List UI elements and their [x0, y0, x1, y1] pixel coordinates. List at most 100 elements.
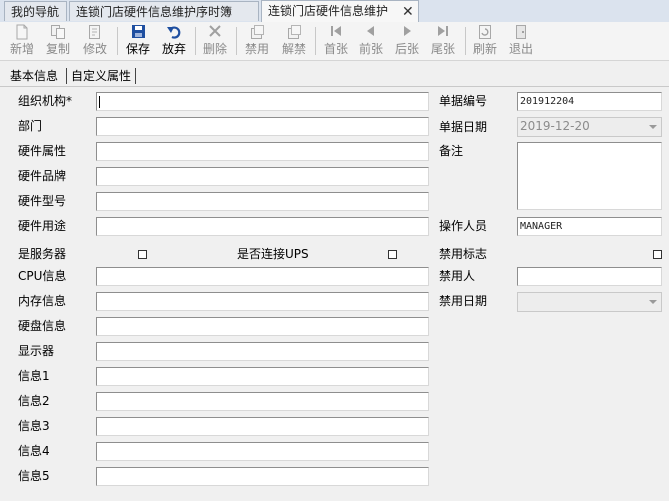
- edit-button[interactable]: 修改: [77, 24, 113, 58]
- tab-label: 我的导航: [11, 5, 60, 19]
- refresh-icon: [467, 24, 503, 42]
- bill-date-value: 2019-12-20: [520, 119, 590, 133]
- info3-input[interactable]: [96, 417, 429, 436]
- disabled-by-label: 禁用人: [439, 269, 476, 283]
- disable-icon: [239, 24, 275, 42]
- next-label: 后张: [394, 42, 419, 56]
- exit-icon: [503, 24, 539, 42]
- save-button[interactable]: 保存: [120, 24, 156, 58]
- bill-date-picker[interactable]: 2019-12-20: [517, 117, 662, 137]
- hardware-attribute-label: 硬件属性: [18, 144, 67, 158]
- info4-input[interactable]: [96, 442, 429, 461]
- disk-info-label: 硬盘信息: [18, 319, 67, 333]
- chevron-down-icon[interactable]: [649, 300, 657, 304]
- tab-custom-attributes[interactable]: 自定义属性: [71, 66, 131, 86]
- undo-button[interactable]: 放弃: [156, 24, 192, 58]
- memory-info-label: 内存信息: [18, 294, 67, 308]
- bill-number-label: 单据编号: [439, 94, 488, 108]
- tab-label: 连锁门店硬件信息维护序时簿: [76, 5, 233, 19]
- delete-button[interactable]: 删除: [197, 24, 233, 58]
- last-label: 尾张: [430, 42, 455, 56]
- toolbar-separator: [195, 27, 196, 55]
- disk-info-input[interactable]: [96, 317, 429, 336]
- department-label: 部门: [18, 119, 43, 133]
- toolbar-separator: [465, 27, 466, 55]
- info2-input[interactable]: [96, 392, 429, 411]
- hardware-brand-input[interactable]: [96, 167, 429, 186]
- bill-date-label: 单据日期: [439, 120, 488, 134]
- tab-my-navigation[interactable]: 我的导航: [4, 1, 67, 21]
- enable-button[interactable]: 解禁: [276, 24, 312, 58]
- info1-label: 信息1: [18, 369, 50, 383]
- hardware-attribute-input[interactable]: [96, 142, 429, 161]
- department-input[interactable]: [96, 117, 429, 136]
- prev-button[interactable]: 前张: [353, 24, 389, 58]
- bill-number-input[interactable]: 201912204: [517, 92, 662, 111]
- toolbar-separator: [236, 27, 237, 55]
- hardware-usage-input[interactable]: [96, 217, 429, 236]
- cpu-info-label: CPU信息: [18, 269, 67, 283]
- tab-hardware-list[interactable]: 连锁门店硬件信息维护序时簿: [69, 1, 259, 21]
- info2-label: 信息2: [18, 394, 50, 408]
- monitor-input[interactable]: [96, 342, 429, 361]
- remark-textarea[interactable]: [517, 142, 662, 210]
- next-button[interactable]: 后张: [389, 24, 425, 58]
- exit-label: 退出: [508, 42, 533, 56]
- undo-icon: [156, 24, 192, 42]
- toolbar-separator: [117, 27, 118, 55]
- disabled-date-picker[interactable]: [517, 292, 662, 312]
- copy-button[interactable]: 复制: [40, 24, 76, 58]
- is-server-label: 是服务器: [18, 247, 67, 261]
- is-server-checkbox[interactable]: [138, 250, 147, 259]
- delete-label: 删除: [202, 42, 227, 56]
- disabled-flag-checkbox[interactable]: [653, 250, 662, 259]
- hardware-brand-label: 硬件品牌: [18, 169, 67, 183]
- toolbar-separator: [315, 27, 316, 55]
- copy-label: 复制: [45, 42, 70, 56]
- disabled-flag-label: 禁用标志: [439, 247, 488, 261]
- ups-connected-checkbox[interactable]: [388, 250, 397, 259]
- disable-button[interactable]: 禁用: [239, 24, 275, 58]
- tab-label: 连锁门店硬件信息维护: [268, 4, 389, 18]
- new-label: 新增: [9, 42, 34, 56]
- cpu-info-input[interactable]: [96, 267, 429, 286]
- edit-label: 修改: [82, 42, 107, 56]
- toolbar: 新增 复制 修改 保存 放弃 删除 禁用 解禁 首张 前张 后张 尾张 刷新 退…: [0, 22, 669, 61]
- tab-basic-info[interactable]: 基本信息: [10, 66, 58, 86]
- close-icon[interactable]: ✕: [402, 3, 414, 21]
- first-button[interactable]: 首张: [318, 24, 354, 58]
- copy-icon: [40, 24, 76, 42]
- chevron-down-icon[interactable]: [649, 125, 657, 129]
- tab-hardware-maintenance[interactable]: 连锁门店硬件信息维护 ✕: [261, 0, 419, 22]
- tab-separator: [66, 68, 67, 84]
- remark-label: 备注: [439, 144, 464, 158]
- first-icon: [318, 24, 354, 42]
- hardware-usage-label: 硬件用途: [18, 219, 67, 233]
- detail-tab-strip: 基本信息 自定义属性: [0, 62, 669, 87]
- org-label: 组织机构*: [18, 94, 73, 108]
- memory-info-input[interactable]: [96, 292, 429, 311]
- tab-label: 自定义属性: [71, 69, 132, 83]
- info5-input[interactable]: [96, 467, 429, 486]
- info4-label: 信息4: [18, 444, 50, 458]
- info1-input[interactable]: [96, 367, 429, 386]
- disabled-date-label: 禁用日期: [439, 294, 488, 308]
- info5-label: 信息5: [18, 469, 50, 483]
- exit-button[interactable]: 退出: [503, 24, 539, 58]
- hardware-model-input[interactable]: [96, 192, 429, 211]
- last-icon: [425, 24, 461, 42]
- new-button[interactable]: 新增: [4, 24, 40, 58]
- refresh-button[interactable]: 刷新: [467, 24, 503, 58]
- tab-label: 基本信息: [10, 69, 59, 83]
- org-input[interactable]: [96, 92, 429, 111]
- monitor-label: 显示器: [18, 344, 55, 358]
- last-button[interactable]: 尾张: [425, 24, 461, 58]
- text-caret: [99, 96, 100, 108]
- disabled-by-input[interactable]: [517, 267, 662, 286]
- info3-label: 信息3: [18, 419, 50, 433]
- operator-input[interactable]: MANAGER: [517, 217, 662, 236]
- delete-icon: [197, 24, 233, 42]
- hardware-model-label: 硬件型号: [18, 194, 67, 208]
- enable-label: 解禁: [281, 42, 306, 56]
- refresh-label: 刷新: [472, 42, 497, 56]
